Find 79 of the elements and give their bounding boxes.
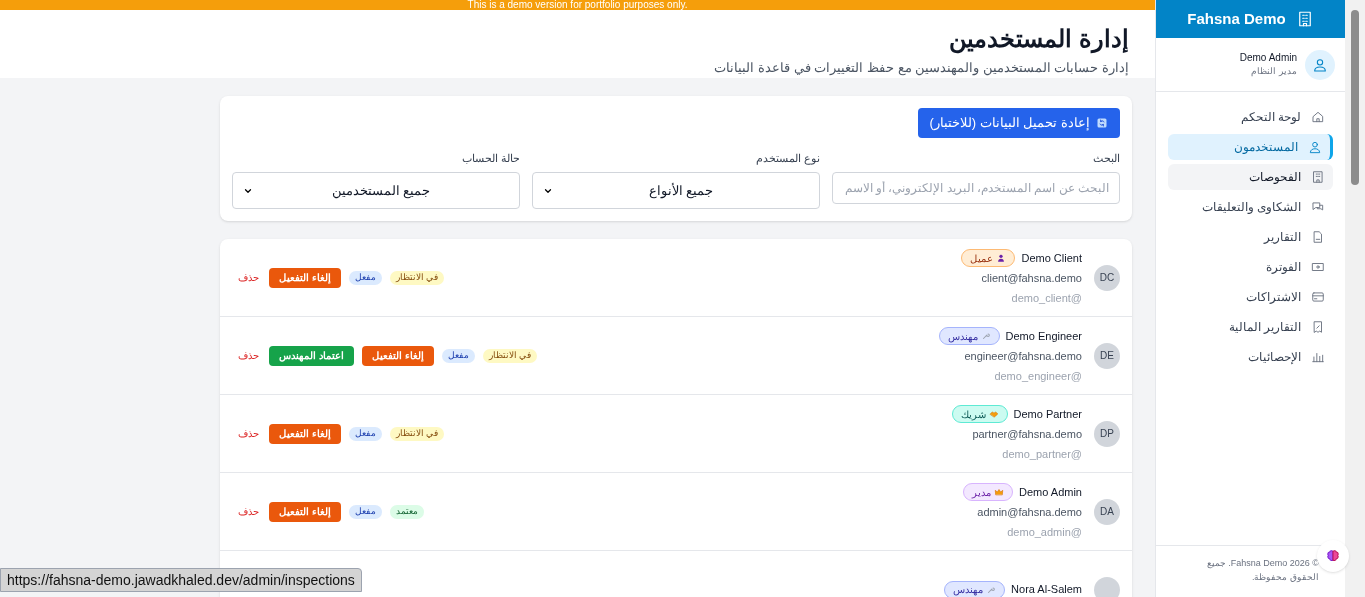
- status-badge: في الانتظار: [389, 426, 445, 441]
- delete-link[interactable]: حذف: [236, 504, 261, 519]
- status-badge: مفعل: [348, 426, 382, 441]
- nav-item[interactable]: التقارير: [1168, 224, 1333, 250]
- user-icon: [1312, 56, 1328, 73]
- refresh-icon: [1096, 116, 1108, 129]
- banner-text: This is a demo version for portfolio purposes only.: [467, 0, 688, 10]
- avatar-initials: DE: [1100, 349, 1114, 363]
- delete-link[interactable]: حذف: [236, 270, 261, 285]
- crown-icon: [994, 487, 1004, 497]
- deactivate-button[interactable]: إلغاء التفعيل: [269, 267, 341, 288]
- status-url: https://fahsna-demo.jawadkhaled.dev/admin/inspections: [0, 568, 362, 592]
- status-badge: في الانتظار: [482, 348, 538, 363]
- role-badge: مهندس: [938, 327, 1000, 345]
- delete-link[interactable]: حذف: [236, 426, 261, 441]
- status-badge: في الانتظار: [389, 270, 445, 285]
- wrench-icon: [980, 331, 991, 341]
- field-label: نوع المستخدم: [754, 150, 820, 166]
- user-email: partner@fahsna.demo: [972, 427, 1082, 442]
- status-badge: مفعل: [348, 504, 382, 519]
- wrench-icon: [986, 584, 997, 595]
- building-icon: [1311, 170, 1325, 184]
- nav-item[interactable]: الشكاوى والتعليقات: [1168, 194, 1333, 220]
- nav-item[interactable]: الفوترة: [1168, 254, 1333, 280]
- person-icon: [996, 253, 1007, 263]
- username: demo_partner@: [1002, 446, 1082, 462]
- role-badge: مهندس: [944, 580, 1006, 597]
- nav-item[interactable]: التقارير المالية: [1168, 314, 1333, 340]
- username: demo_client@: [1011, 290, 1082, 306]
- nav-item[interactable]: لوحة التحكم: [1168, 104, 1333, 130]
- role-badge: مدير: [963, 483, 1013, 501]
- page-title: إدارة المستخدمين: [948, 24, 1129, 54]
- role-badge: عميل: [961, 249, 1016, 267]
- user-role: مدير النظام: [1251, 65, 1297, 79]
- home-icon: [1311, 110, 1325, 124]
- user-type-dropdown[interactable]: جميع الأنواع: [532, 172, 820, 209]
- document-icon: [1311, 230, 1325, 244]
- username: demo_engineer@: [994, 368, 1082, 384]
- username: demo_admin@: [1007, 524, 1082, 540]
- status-badge: مفعل: [348, 270, 382, 285]
- banknote-icon: [1311, 260, 1325, 274]
- card-icon: [1311, 290, 1325, 304]
- delete-link[interactable]: حذف: [236, 348, 261, 363]
- page-subtitle: إدارة حسابات المستخدمين والمهندسين مع حفظ التغييرات في قاعدة البيانات: [713, 59, 1129, 78]
- nav-item[interactable]: المستخدمون: [1168, 134, 1333, 160]
- deactivate-button[interactable]: إلغاء التفعيل: [361, 345, 434, 366]
- avatar: [1094, 576, 1120, 597]
- user-name: Demo Client: [1021, 250, 1082, 266]
- bar-chart-icon: [1311, 350, 1325, 364]
- deactivate-button[interactable]: إلغاء التفعيل: [269, 423, 341, 444]
- user-name: Demo Admin: [1239, 51, 1297, 66]
- reload-data-button[interactable]: إعادة تحميل البيانات (للاختبار): [917, 107, 1120, 138]
- nav-item[interactable]: الإحصائيات: [1168, 344, 1333, 370]
- brand-name: Fahsna Demo: [1187, 8, 1286, 29]
- status-badge: مفعل: [441, 348, 475, 363]
- user-name: Demo Partner: [1013, 406, 1082, 422]
- user-email: engineer@fahsna.demo: [964, 349, 1082, 364]
- avatar-initials: DP: [1100, 427, 1114, 441]
- status-badge: معتمد: [389, 504, 424, 519]
- user-name: Nora Al-Salem: [1011, 582, 1082, 597]
- user-email: client@fahsna.demo: [981, 271, 1082, 286]
- role-badge: شريك: [951, 405, 1008, 423]
- avatar-initials: DC: [1099, 271, 1115, 285]
- user-email: admin@fahsna.demo: [977, 505, 1082, 520]
- user-name: Demo Engineer: [1005, 328, 1082, 344]
- receipt-icon: [1311, 320, 1325, 334]
- field-label: حالة الحساب: [460, 150, 520, 166]
- user-icon: [1308, 140, 1322, 154]
- field-label: البحث: [1092, 150, 1120, 166]
- nav-item[interactable]: الفحوصات: [1168, 164, 1333, 190]
- copyright-text: © Fahsna Demo 2026. جميع الحقوق محفوظة.: [1205, 557, 1319, 584]
- approve-engineer-button[interactable]: اعتماد المهندس: [269, 345, 354, 366]
- chat-bubbles-icon: [1311, 200, 1325, 214]
- avatar-initials: DA: [1100, 505, 1114, 519]
- deactivate-button[interactable]: إلغاء التفعيل: [269, 501, 341, 522]
- user-name: Demo Admin: [1019, 484, 1082, 500]
- nav-item[interactable]: الاشتراكات: [1168, 284, 1333, 310]
- account-status-dropdown[interactable]: جميع المستخدمين: [232, 172, 520, 209]
- brain-icon: [1325, 548, 1341, 564]
